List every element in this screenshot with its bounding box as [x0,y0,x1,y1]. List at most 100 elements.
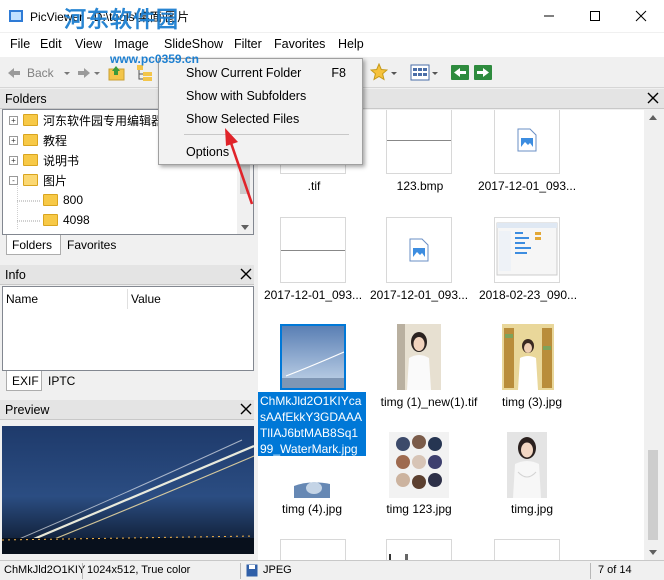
dropdown-arrow-icon[interactable] [64,72,70,76]
folder-icon [23,154,38,166]
thumbnail[interactable] [386,324,452,390]
tab-favorites[interactable]: Favorites [62,235,126,255]
tree-item-label: 800 [63,193,84,207]
info-pane-title: Info [5,268,26,282]
thumbnail-caption: timg (3).jpg [501,395,563,409]
thumbnail[interactable] [386,539,452,560]
status-dimensions: 1024x512, True color [87,564,191,576]
menu-file[interactable]: File [10,37,30,51]
scroll-down-icon[interactable] [649,550,657,555]
thumbnail[interactable] [494,324,560,390]
minimize-button[interactable] [526,0,572,32]
status-format: JPEG [263,564,292,576]
tab-favorites-label: Favorites [67,238,117,252]
thumbnail-scrollbar[interactable] [644,110,662,560]
scroll-up-icon[interactable] [649,115,657,120]
image-line [281,250,345,251]
tree-item-800[interactable]: 800 [43,191,83,209]
menu-item-show-selected-files[interactable]: Show Selected Files [186,112,299,126]
close-button[interactable] [618,0,664,32]
close-icon[interactable] [239,402,253,416]
tree-item-manual[interactable]: + 说明书 [9,151,79,169]
tree-lines [17,186,41,230]
thumbnail[interactable] [386,217,452,283]
menu-image[interactable]: Image [114,37,149,51]
menu-bar: File Edit View Image SlideShow Filter Fa… [0,33,664,57]
menu-slideshow[interactable]: SlideShow [164,37,223,51]
favorites-star-icon[interactable] [370,63,388,81]
close-icon [635,10,647,22]
collapse-icon[interactable]: - [9,175,18,185]
library-photo [502,324,554,390]
girl-photo [397,324,441,390]
status-divider [590,563,591,579]
thumbnail[interactable] [494,539,560,560]
tab-folders[interactable]: Folders [6,235,61,255]
thumbnail[interactable] [386,110,452,174]
expand-icon[interactable]: + [9,115,18,125]
tab-iptc[interactable]: IPTC [43,371,83,391]
tree-item-tutorial[interactable]: + 教程 [9,131,67,149]
thumbnail[interactable] [280,217,346,283]
tree-item-4098[interactable]: 4098 [43,211,90,229]
maximize-button[interactable] [572,0,618,32]
menu-view[interactable]: View [75,37,102,51]
info-pane-header: Info [0,265,257,285]
image-line [387,140,451,141]
watermark-text: 河东软件园 [64,7,180,32]
info-column-value[interactable]: Value [131,292,161,306]
info-table: Name Value [2,286,254,371]
menu-edit[interactable]: Edit [40,37,62,51]
thumbnail-caption: timg (1)_new(1).tif [380,395,478,409]
thumbnail[interactable] [280,539,346,560]
minimize-icon [544,15,554,17]
thumbnail[interactable] [290,456,336,498]
expand-icon[interactable]: + [9,135,18,145]
tree-view-icon[interactable] [136,64,154,82]
partial-photo [290,456,336,498]
tree-item-label: 河东软件园专用编辑器 [43,113,164,128]
preview-pane-header: Preview [0,400,257,420]
dropdown-arrow-icon[interactable] [432,72,438,76]
preview-image [2,426,254,554]
expand-icon[interactable]: + [9,155,18,165]
tree-item-editor[interactable]: + 河东软件园专用编辑器 [9,111,163,129]
info-column-name[interactable]: Name [6,292,38,306]
menu-favorites[interactable]: Favorites [274,37,325,51]
thumbnail[interactable] [494,217,560,283]
scroll-down-icon[interactable] [241,225,249,230]
scroll-thumb[interactable] [648,450,658,540]
thumbnail-selected[interactable] [280,324,346,390]
close-icon[interactable] [646,91,660,105]
menu-help[interactable]: Help [338,37,364,51]
menu-filter[interactable]: Filter [234,37,262,51]
tab-exif-label: EXIF [12,373,39,388]
menu-item-show-current-folder[interactable]: Show Current Folder [186,66,301,80]
thumbnail-caption: timg.jpg [510,502,554,516]
thumbnail[interactable] [494,432,560,498]
forward-arrow-icon[interactable] [76,65,92,81]
status-divider [82,563,83,579]
thumbnail-caption: 2017-12-01_093... [369,288,469,302]
menu-item-show-with-subfolders[interactable]: Show with Subfolders [186,89,306,103]
status-divider [240,563,241,579]
tree-item-label: 教程 [43,133,68,148]
previous-image-icon[interactable] [450,64,470,81]
thumbnail-grid[interactable]: .tif 123.bmp 2017-12-01_093... 2017-12-0… [258,110,644,560]
thumbnail-view-icon[interactable] [410,64,430,81]
tree-item-label: 4098 [63,213,90,227]
dropdown-arrow-icon[interactable] [391,72,397,76]
thumbnail-caption: 2017-12-01_093... [263,288,363,302]
back-button[interactable]: Back [6,64,66,82]
maximize-icon [590,11,600,21]
up-folder-icon[interactable] [108,64,126,82]
selected-caption-box: ChMkJld2O1KIYcasAAfEkkY3GDAAATlIAJ6btMAB… [258,392,366,456]
thumbnail[interactable] [494,110,560,174]
dropdown-arrow-icon[interactable] [94,72,100,76]
tab-exif[interactable]: EXIF [6,371,42,391]
app-icon [9,10,23,22]
thumbnail[interactable] [386,432,452,498]
next-image-icon[interactable] [473,64,493,81]
close-icon[interactable] [239,267,253,281]
thumbnail-caption: 2017-12-01_093... [477,179,577,193]
